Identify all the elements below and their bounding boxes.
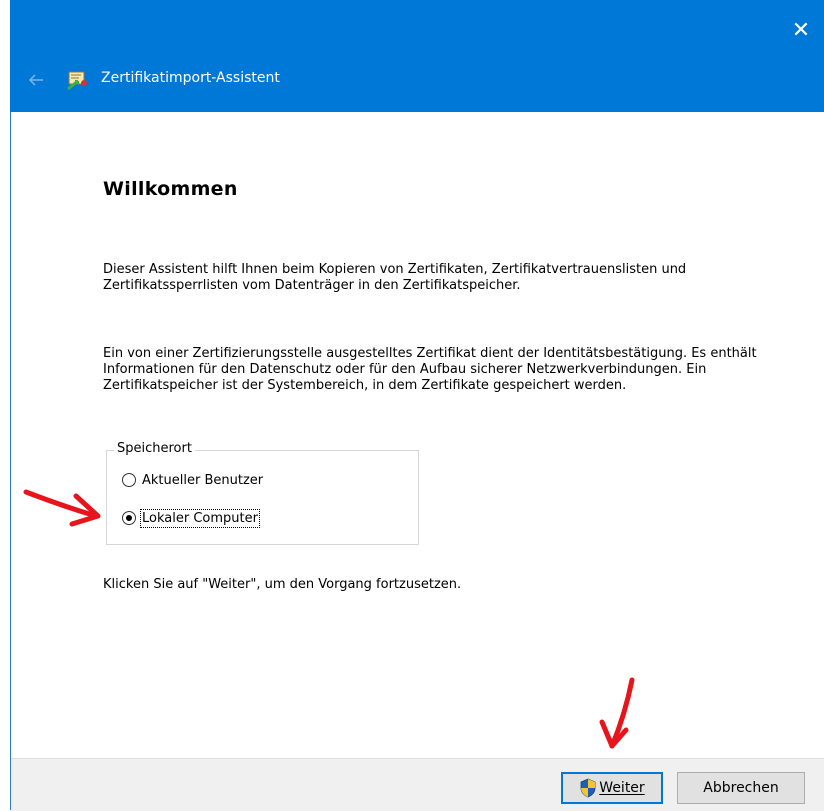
info-paragraph: Ein von einer Zertifizierungsstelle ausg… — [103, 346, 757, 393]
annotation-arrow-down — [599, 677, 635, 749]
radio-current-user[interactable]: Aktueller Benutzer — [122, 470, 263, 490]
cancel-button[interactable]: Abbrechen — [677, 772, 805, 804]
close-button[interactable]: ✕ — [778, 0, 824, 62]
radio-label[interactable]: Aktueller Benutzer — [142, 473, 263, 488]
window-border — [10, 112, 11, 810]
page-title: Willkommen — [103, 178, 238, 200]
store-location-legend: Speicherort — [114, 441, 195, 456]
radio-local-computer[interactable]: Lokaler Computer — [122, 508, 260, 528]
title-bar: ✕ Zertifikatimport-Assistent — [10, 0, 824, 112]
store-location-group — [106, 450, 419, 545]
radio-button-selected[interactable] — [122, 511, 136, 525]
uac-shield-icon — [580, 778, 596, 798]
radio-button[interactable] — [122, 473, 136, 487]
certificate-icon — [67, 71, 87, 91]
next-button[interactable]: Weiter — [561, 772, 663, 804]
radio-label[interactable]: Lokaler Computer — [140, 508, 260, 528]
annotation-arrow-left — [23, 489, 101, 527]
window-title: Zertifikatimport-Assistent — [101, 70, 280, 86]
close-icon: ✕ — [791, 18, 811, 43]
intro-paragraph: Dieser Assistent hilft Ihnen beim Kopier… — [103, 262, 687, 293]
continue-hint: Klicken Sie auf "Weiter", um den Vorgang… — [103, 577, 462, 592]
back-arrow-icon[interactable] — [24, 68, 48, 92]
next-button-label: Weiter — [599, 780, 645, 796]
cancel-button-label: Abbrechen — [703, 780, 779, 796]
